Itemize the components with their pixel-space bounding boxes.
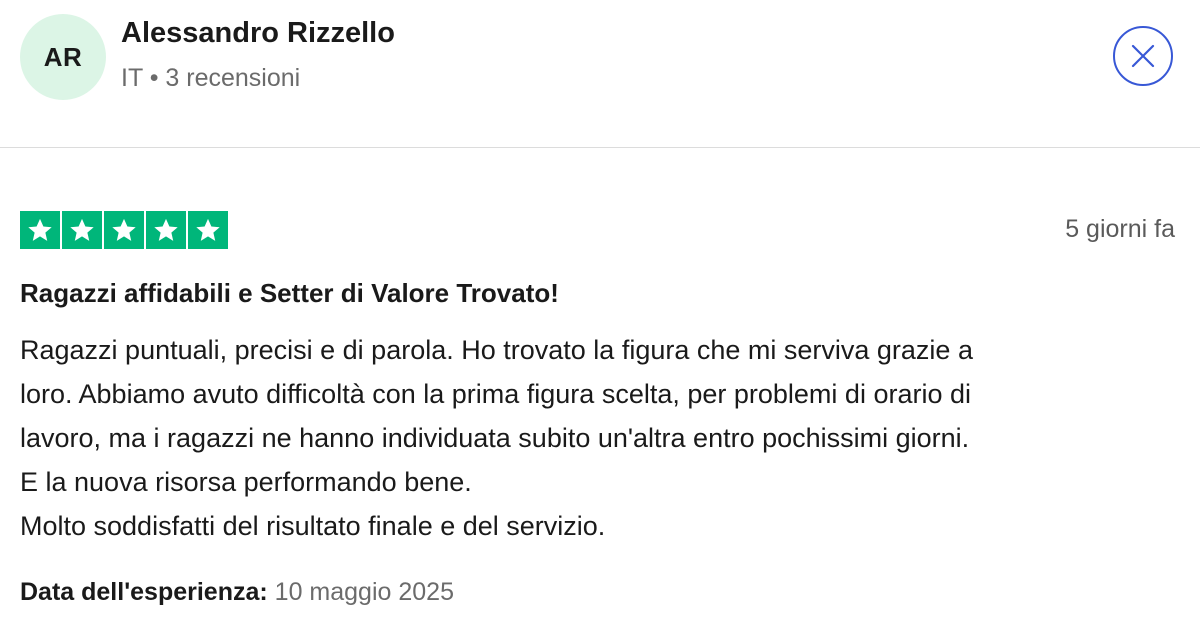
review-title: Ragazzi affidabili e Setter di Valore Tr…: [20, 278, 559, 308]
experience-date-label: Data dell'esperienza:: [20, 578, 268, 606]
divider: [0, 147, 1200, 148]
experience-date-row: Data dell'esperienza: 10 maggio 2025: [20, 578, 454, 607]
review-body-line: Molto soddisfatti del risultato finale e…: [20, 511, 606, 541]
reviewer-meta: IT • 3 recensioni: [121, 64, 301, 92]
close-icon: [1131, 44, 1155, 68]
avatar[interactable]: AR: [20, 14, 106, 100]
review-body-line: Ragazzi puntuali, precisi e di parola. H…: [20, 335, 973, 365]
experience-date-value: 10 maggio 2025: [274, 578, 454, 606]
review-body-line: lavoro, ma i ragazzi ne hanno individuat…: [20, 423, 970, 453]
review-date: 5 giorni fa: [1065, 215, 1175, 243]
star-icon: [112, 218, 136, 241]
star-rating: [20, 211, 228, 249]
star-box: [62, 211, 102, 249]
star-icon: [28, 218, 52, 241]
reviewer-header: AR Alessandro Rizzello IT • 3 recensioni: [0, 0, 1200, 147]
review-body: Ragazzi puntuali, precisi e di parola. H…: [20, 328, 1180, 548]
star-box: [188, 211, 228, 249]
reviewer-name[interactable]: Alessandro Rizzello: [121, 17, 395, 50]
star-box: [146, 211, 186, 249]
star-icon: [70, 218, 94, 241]
star-icon: [154, 218, 178, 241]
star-box: [20, 211, 60, 249]
close-button[interactable]: [1113, 26, 1173, 86]
star-box: [104, 211, 144, 249]
star-icon: [196, 218, 220, 241]
review-body-line: loro. Abbiamo avuto difficoltà con la pr…: [20, 379, 971, 409]
review-body-line: E la nuova risorsa performando bene.: [20, 467, 472, 497]
